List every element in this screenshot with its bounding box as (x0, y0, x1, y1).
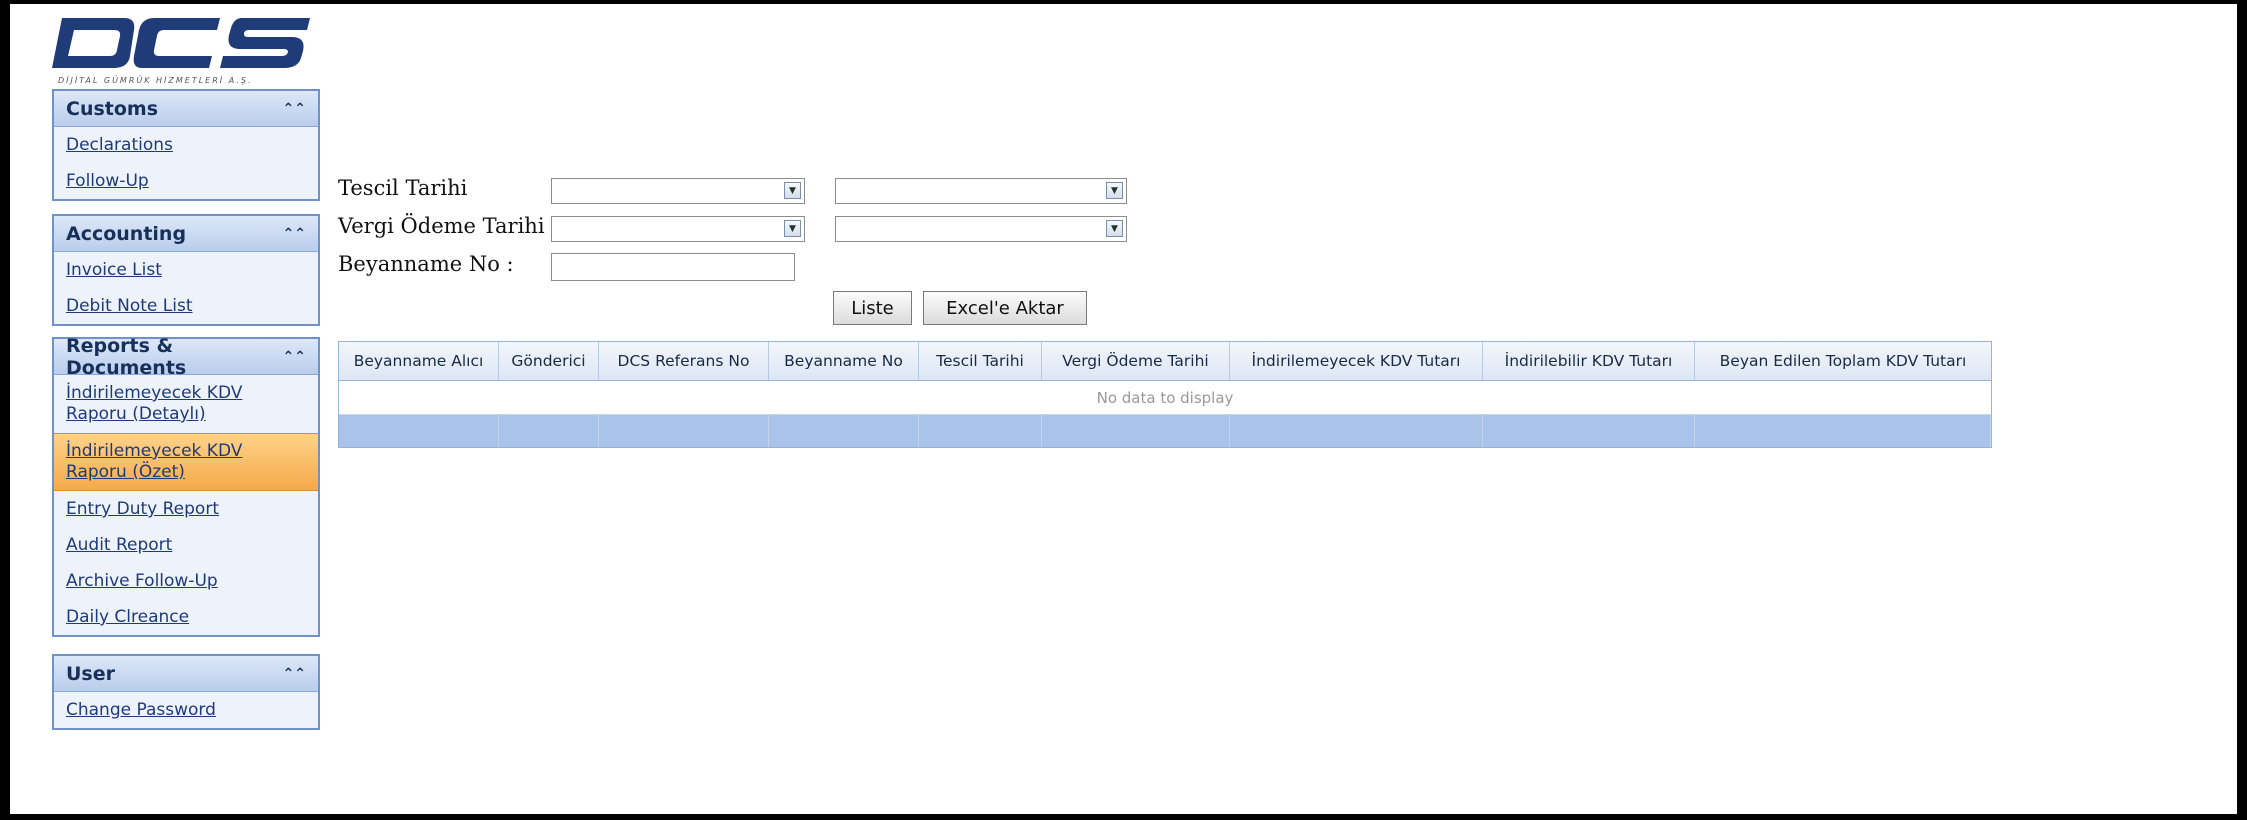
footer-cell (499, 415, 599, 447)
reports-panel: Reports & Documents ⌃⌃ İndirilemeyecek K… (52, 335, 320, 637)
dropdown-arrow-icon[interactable]: ▼ (1106, 220, 1123, 237)
collapse-icon[interactable]: ⌃⌃ (283, 667, 306, 681)
footer-cell (1042, 415, 1230, 447)
footer-cell (769, 415, 919, 447)
column-header[interactable]: İndirilebilir KDV Tutarı (1483, 342, 1695, 380)
results-grid: Beyanname Alıcı Gönderici DCS Referans N… (338, 341, 1992, 448)
tescil-tarihi-label: Tescil Tarihi (338, 176, 468, 200)
sidebar-item-entry-duty-report[interactable]: Entry Duty Report (54, 491, 318, 527)
sidebar-item-archive-follow-up[interactable]: Archive Follow-Up (54, 563, 318, 599)
footer-cell (1483, 415, 1695, 447)
accounting-panel-title: Accounting (66, 222, 187, 245)
sidebar-item-audit-report[interactable]: Audit Report (54, 527, 318, 563)
grid-header: Beyanname Alıcı Gönderici DCS Referans N… (339, 342, 1991, 381)
column-header[interactable]: Beyanname Alıcı (339, 342, 499, 380)
excel-export-button[interactable]: Excel'e Aktar (923, 291, 1087, 325)
column-header[interactable]: Gönderici (499, 342, 599, 380)
column-header[interactable]: İndirilemeyecek KDV Tutarı (1230, 342, 1483, 380)
vergi-to-combo[interactable]: ▼ (835, 216, 1127, 242)
liste-button[interactable]: Liste (833, 291, 912, 325)
footer-cell (919, 415, 1042, 447)
sidebar-item-change-password[interactable]: Change Password (54, 692, 318, 728)
column-header[interactable]: Tescil Tarihi (919, 342, 1042, 380)
customs-panel: Customs ⌃⌃ Declarations Follow-Up (52, 89, 320, 201)
user-panel-title: User (66, 662, 115, 685)
sidebar-item-kdv-ozet[interactable]: İndirilemeyecek KDV Raporu (Özet) (54, 433, 318, 491)
collapse-icon[interactable]: ⌃⌃ (283, 350, 306, 364)
grid-footer (339, 415, 1991, 447)
dropdown-arrow-icon[interactable]: ▼ (784, 182, 801, 199)
reports-panel-title: Reports & Documents (66, 334, 187, 379)
customs-panel-header[interactable]: Customs ⌃⌃ (54, 91, 318, 127)
column-header[interactable]: DCS Referans No (599, 342, 769, 380)
vergi-from-combo[interactable]: ▼ (551, 216, 805, 242)
logo-tagline: DİJİTAL GÜMRÜK HİZMETLERİ A.Ş. (58, 76, 253, 85)
dropdown-arrow-icon[interactable]: ▼ (784, 220, 801, 237)
dcs-logo-mark (52, 18, 310, 68)
app-window: DİJİTAL GÜMRÜK HİZMETLERİ A.Ş. Customs ⌃… (0, 0, 2247, 820)
accounting-panel: Accounting ⌃⌃ Invoice List Debit Note Li… (52, 214, 320, 326)
dropdown-arrow-icon[interactable]: ▼ (1106, 182, 1123, 199)
sidebar-item-daily-clearance[interactable]: Daily Clreance (54, 599, 318, 635)
grid-empty-message: No data to display (339, 381, 1991, 415)
tescil-from-combo[interactable]: ▼ (551, 178, 805, 204)
footer-cell (599, 415, 769, 447)
footer-cell (1695, 415, 1991, 447)
column-header[interactable]: Vergi Ödeme Tarihi (1042, 342, 1230, 380)
column-header[interactable]: Beyan Edilen Toplam KDV Tutarı (1695, 342, 1991, 380)
sidebar-item-debit-note-list[interactable]: Debit Note List (54, 288, 318, 324)
collapse-icon[interactable]: ⌃⌃ (283, 227, 306, 241)
footer-cell (339, 415, 499, 447)
collapse-icon[interactable]: ⌃⌃ (283, 102, 306, 116)
sidebar-item-declarations[interactable]: Declarations (54, 127, 318, 163)
customs-panel-title: Customs (66, 97, 159, 120)
sidebar-item-invoice-list[interactable]: Invoice List (54, 252, 318, 288)
tescil-to-combo[interactable]: ▼ (835, 178, 1127, 204)
accounting-panel-header[interactable]: Accounting ⌃⌃ (54, 216, 318, 252)
vergi-odeme-tarihi-label: Vergi Ödeme Tarihi (338, 214, 545, 238)
sidebar-item-follow-up[interactable]: Follow-Up (54, 163, 318, 199)
reports-panel-header[interactable]: Reports & Documents ⌃⌃ (54, 335, 318, 379)
sidebar-item-kdv-detayli[interactable]: İndirilemeyecek KDV Raporu (Detaylı) (54, 375, 318, 433)
user-panel: User ⌃⌃ Change Password (52, 654, 320, 730)
beyanname-no-input[interactable] (551, 253, 795, 281)
user-panel-header[interactable]: User ⌃⌃ (54, 656, 318, 692)
footer-cell (1230, 415, 1483, 447)
beyanname-no-label: Beyanname No : (338, 252, 514, 276)
column-header[interactable]: Beyanname No (769, 342, 919, 380)
